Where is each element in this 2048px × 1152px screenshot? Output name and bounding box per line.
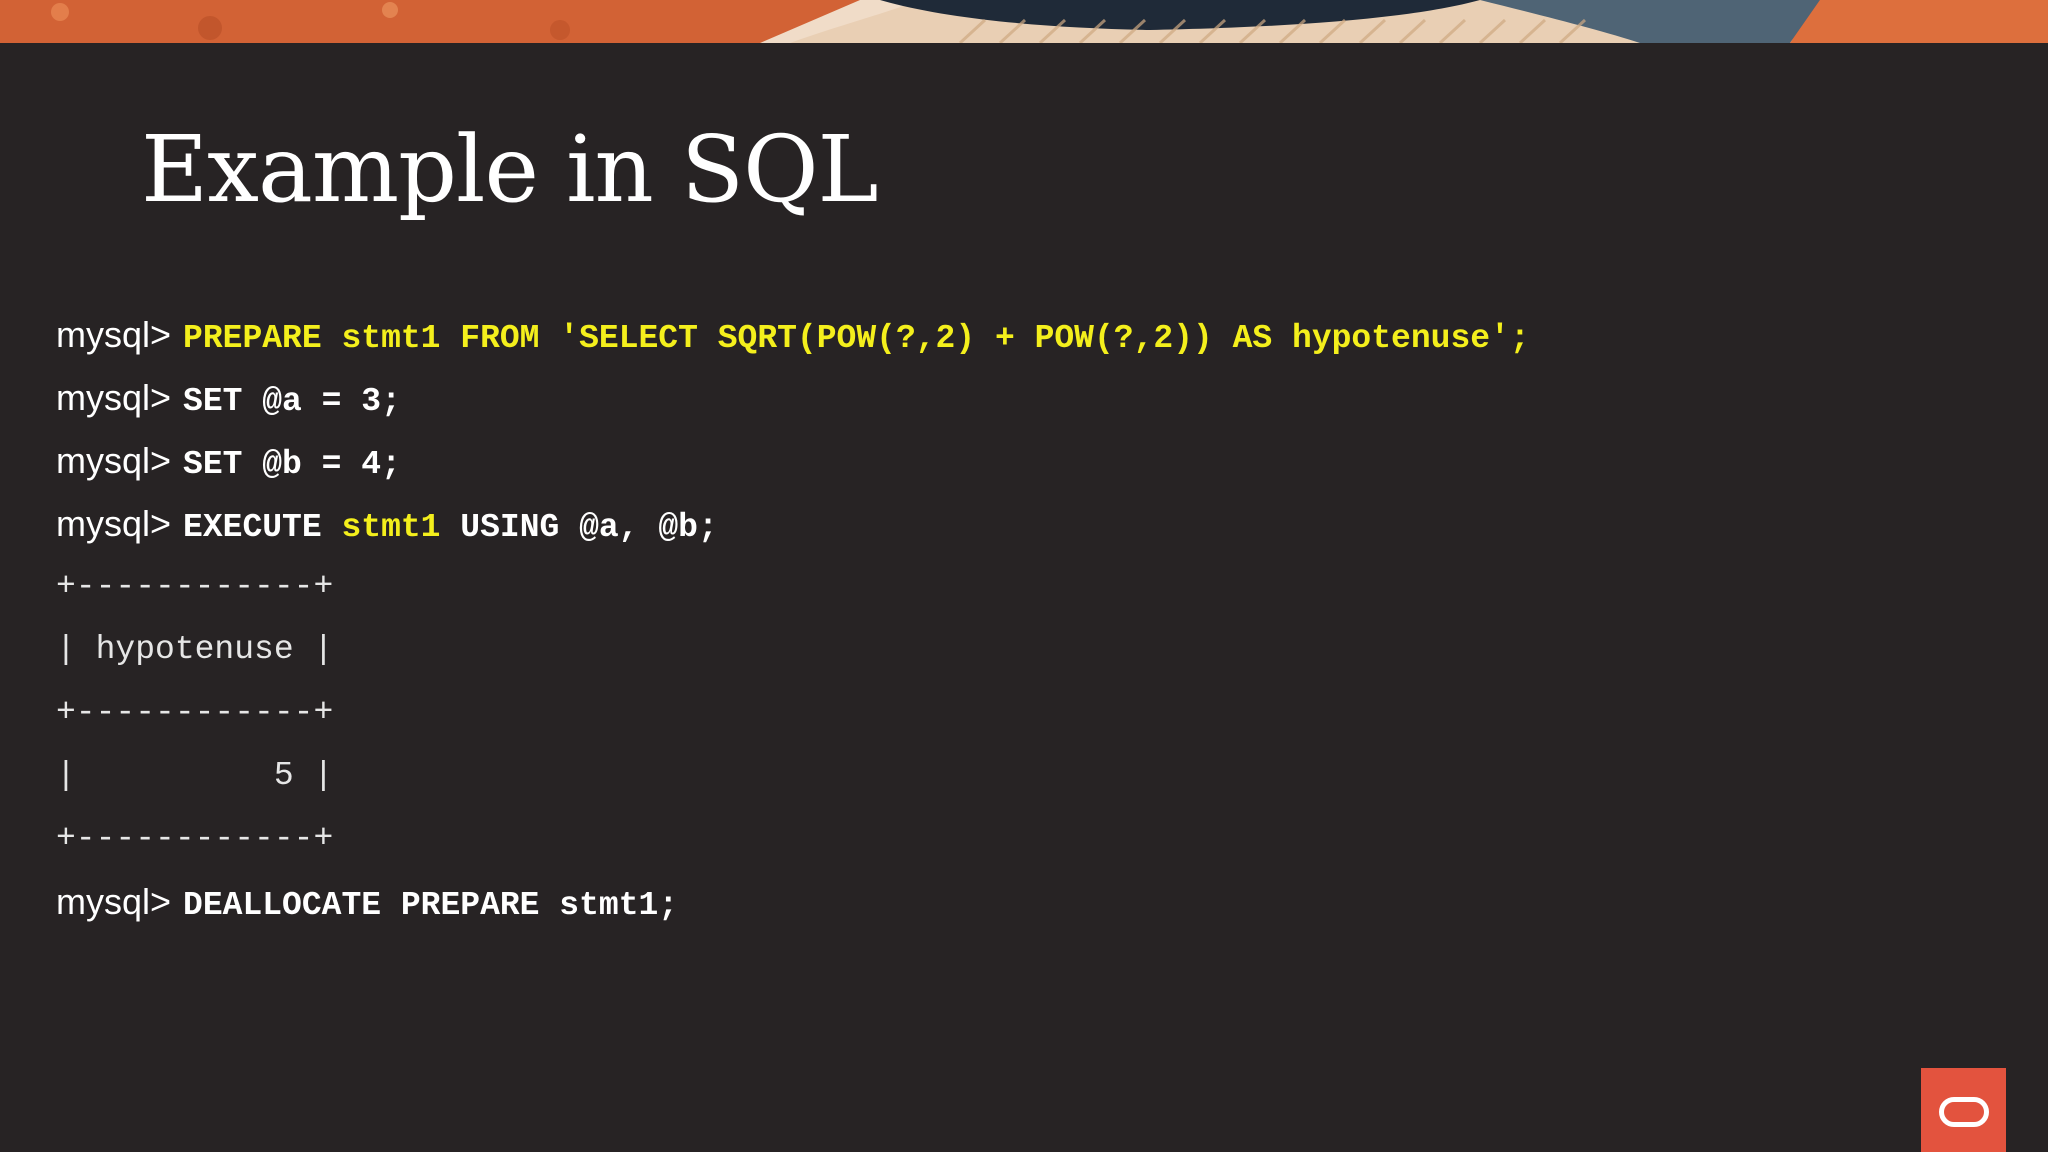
result-table-line: +------------+	[56, 686, 1976, 749]
sql-command-line: mysql> SET @a = 3;	[56, 371, 1976, 434]
mysql-prompt: mysql>	[56, 881, 172, 922]
oracle-ring-shape	[1939, 1097, 1989, 1127]
sql-code-segment: SET @b = 4;	[183, 446, 401, 483]
banner-artwork	[0, 0, 2048, 43]
sql-command-line: mysql> PREPARE stmt1 FROM 'SELECT SQRT(PO…	[56, 308, 1976, 371]
result-table-line: +------------+	[56, 812, 1976, 875]
sql-command-line: mysql> DEALLOCATE PREPARE stmt1;	[56, 875, 1976, 938]
sql-code-segment: SET @a = 3;	[183, 383, 401, 420]
slide-title: Example in SQL	[141, 116, 879, 223]
presentation-slide: Example in SQL mysql> PREPARE stmt1 FROM …	[0, 0, 2048, 1152]
mysql-prompt: mysql>	[56, 503, 172, 544]
oracle-logo-icon	[1921, 1068, 2006, 1152]
result-text: | 5 |	[56, 757, 334, 794]
sql-command-line: mysql> EXECUTE stmt1 USING @a, @b;	[56, 497, 1976, 560]
sql-code-segment: EXECUTE	[183, 509, 342, 546]
result-table-line: | 5 |	[56, 749, 1976, 812]
result-text: +------------+	[56, 568, 334, 605]
sql-code-segment: PREPARE stmt1 FROM 'SELECT SQRT(POW(?,2)…	[183, 320, 1530, 357]
decorative-banner	[0, 0, 2048, 43]
result-table-line: +------------+	[56, 560, 1976, 623]
result-table-line: | hypotenuse |	[56, 623, 1976, 686]
sql-code-segment: stmt1	[341, 509, 441, 546]
sql-code-segment: DEALLOCATE PREPARE stmt1;	[183, 887, 679, 924]
sql-command-line: mysql> SET @b = 4;	[56, 434, 1976, 497]
result-text: +------------+	[56, 694, 334, 731]
sql-terminal-output: mysql> PREPARE stmt1 FROM 'SELECT SQRT(PO…	[56, 308, 1976, 938]
sql-code-segment: USING @a, @b;	[440, 509, 718, 546]
result-text: +------------+	[56, 820, 334, 857]
result-text: | hypotenuse |	[56, 631, 334, 668]
mysql-prompt: mysql>	[56, 440, 172, 481]
mysql-prompt: mysql>	[56, 377, 172, 418]
mysql-prompt: mysql>	[56, 314, 172, 355]
